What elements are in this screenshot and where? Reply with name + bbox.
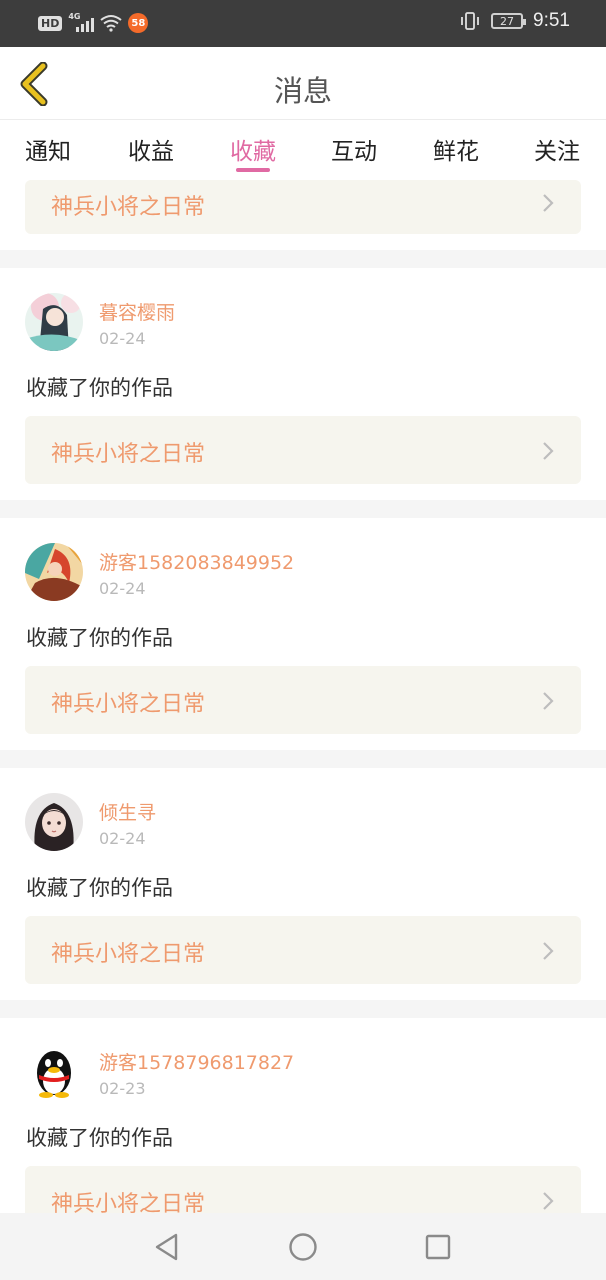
action-text: 收藏了你的作品 <box>26 626 173 650</box>
chevron-right-icon <box>543 692 554 710</box>
battery-icon: 27 <box>491 13 527 29</box>
tab-notifications[interactable]: 通知 <box>25 132 71 166</box>
work-link[interactable]: 神兵小将之日常 <box>25 416 581 484</box>
home-circle-icon[interactable] <box>287 1231 319 1263</box>
favorites-feed[interactable]: 神兵小将之日常 暮容樱雨 02-24 收藏了你的作品 神兵小将之日常 游客158… <box>0 180 606 1213</box>
anime-girl-avatar-icon <box>25 293 83 351</box>
work-link[interactable]: 神兵小将之日常 <box>25 180 581 234</box>
colorful-art-avatar-icon <box>25 543 83 601</box>
timestamp: 02-24 <box>99 329 146 348</box>
status-bar: HD 4G 58 27 9:51 <box>0 0 606 47</box>
tab-earnings[interactable]: 收益 <box>128 132 174 166</box>
list-item: 游客1582083849952 02-24 收藏了你的作品 神兵小将之日常 <box>0 518 606 750</box>
recents-square-icon[interactable] <box>422 1231 454 1263</box>
tab-flowers[interactable]: 鲜花 <box>433 132 479 166</box>
dark-hair-girl-avatar-icon <box>25 793 83 851</box>
work-title: 神兵小将之日常 <box>51 442 206 467</box>
clock: 9:51 <box>533 10 570 31</box>
app-notification-icon: 58 <box>128 13 149 33</box>
active-tab-indicator <box>236 168 270 172</box>
chevron-right-icon <box>543 942 554 960</box>
work-title: 神兵小将之日常 <box>51 692 206 717</box>
action-text: 收藏了你的作品 <box>26 876 173 900</box>
timestamp: 02-24 <box>99 579 146 598</box>
tab-bar: 通知 收益 收藏 互动 鲜花 关注 <box>0 120 606 180</box>
avatar[interactable] <box>25 293 83 351</box>
work-title: 神兵小将之日常 <box>51 195 206 220</box>
tab-follows[interactable]: 关注 <box>534 132 580 166</box>
work-title: 神兵小将之日常 <box>51 1192 206 1213</box>
chevron-right-icon <box>543 442 554 460</box>
avatar[interactable] <box>25 543 83 601</box>
tab-favorites[interactable]: 收藏 <box>230 132 276 166</box>
wifi-icon <box>100 15 122 32</box>
work-link[interactable]: 神兵小将之日常 <box>25 916 581 984</box>
list-item: 倾生寻 02-24 收藏了你的作品 神兵小将之日常 <box>0 768 606 1000</box>
work-link[interactable]: 神兵小将之日常 <box>25 1166 581 1213</box>
chevron-right-icon <box>543 194 554 212</box>
work-link[interactable]: 神兵小将之日常 <box>25 666 581 734</box>
avatar[interactable] <box>25 1043 83 1101</box>
action-text: 收藏了你的作品 <box>26 1126 173 1150</box>
vibrate-icon <box>461 12 479 30</box>
username[interactable]: 倾生寻 <box>99 798 156 825</box>
tab-interactions[interactable]: 互动 <box>331 132 377 166</box>
username[interactable]: 游客1578796817827 <box>99 1048 294 1075</box>
username[interactable]: 暮容樱雨 <box>99 298 175 325</box>
action-text: 收藏了你的作品 <box>26 376 173 400</box>
back-triangle-icon[interactable] <box>152 1231 184 1263</box>
list-item: 暮容樱雨 02-24 收藏了你的作品 神兵小将之日常 <box>0 268 606 500</box>
page-title: 消息 <box>273 74 332 108</box>
app-header: 消息 <box>0 47 606 120</box>
cell-signal-icon: 4G <box>68 12 95 34</box>
qq-penguin-avatar-icon <box>25 1043 83 1101</box>
timestamp: 02-24 <box>99 829 146 848</box>
list-item: 神兵小将之日常 <box>0 180 606 250</box>
list-item: 游客1578796817827 02-23 收藏了你的作品 神兵小将之日常 <box>0 1018 606 1213</box>
work-title: 神兵小将之日常 <box>51 942 206 967</box>
avatar[interactable] <box>25 793 83 851</box>
timestamp: 02-23 <box>99 1079 146 1098</box>
chevron-right-icon <box>543 1192 554 1210</box>
hd-indicator: HD <box>38 15 63 31</box>
system-nav-bar <box>0 1213 606 1280</box>
username[interactable]: 游客1582083849952 <box>99 548 294 575</box>
